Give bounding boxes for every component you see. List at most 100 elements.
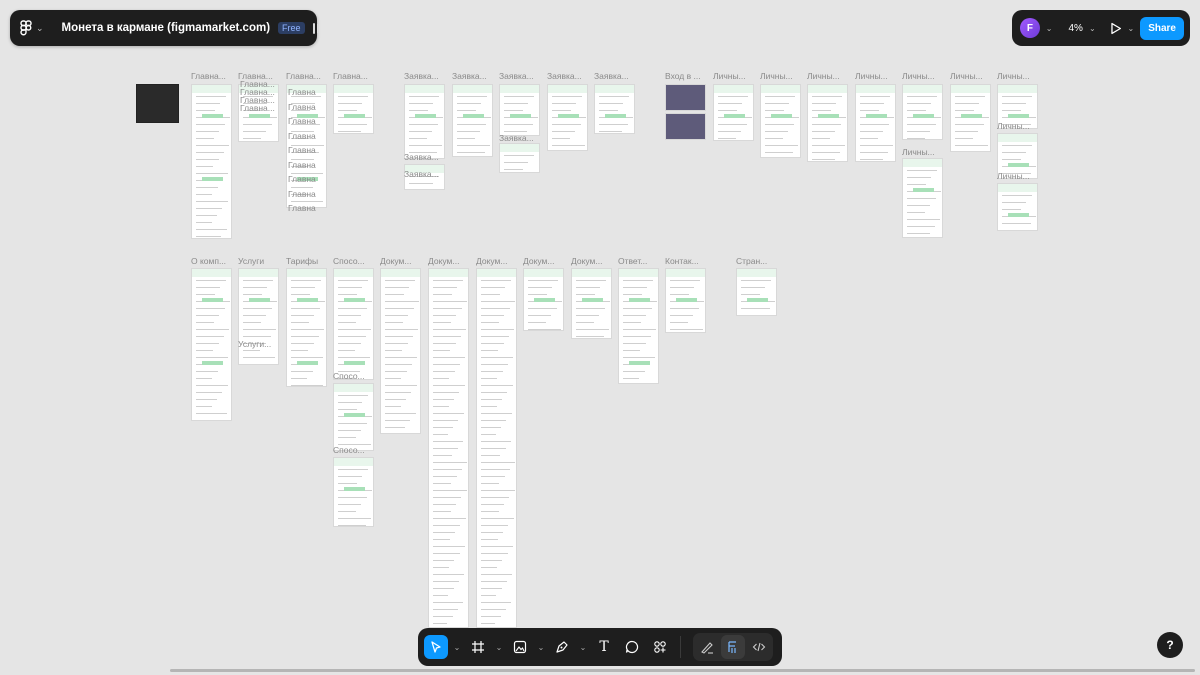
frame-thumbnail[interactable] [452, 84, 493, 157]
chevron-down-icon[interactable]: ⌄ [1089, 24, 1096, 33]
frame-label[interactable]: Докум... [380, 256, 411, 266]
frame-label[interactable]: Главна [288, 102, 316, 112]
frame-label[interactable]: Главна [288, 174, 316, 184]
chevron-down-icon[interactable]: ⌄ [536, 643, 546, 652]
frame-thumbnail[interactable] [476, 268, 517, 628]
frame-label[interactable]: Личны... [807, 71, 840, 81]
frame-label[interactable]: Главна [288, 131, 316, 141]
plan-badge[interactable]: Free [278, 22, 305, 34]
frame-thumbnail[interactable] [333, 268, 374, 380]
frame-label[interactable]: Докум... [571, 256, 602, 266]
frame-thumbnail[interactable] [950, 84, 991, 152]
frame-label[interactable]: Личны... [902, 71, 935, 81]
frame-thumbnail[interactable] [547, 84, 588, 151]
frame-thumbnail[interactable] [499, 84, 540, 136]
frame-thumbnail[interactable] [997, 183, 1038, 231]
chevron-down-icon[interactable]: ⌄ [36, 23, 44, 34]
frame-label[interactable]: Заявка... [404, 169, 439, 179]
chevron-down-icon[interactable]: ⌄ [578, 643, 588, 652]
frame-label[interactable]: Личны... [855, 71, 888, 81]
frame-label[interactable]: О комп... [191, 256, 226, 266]
frame-label[interactable]: Стран... [736, 256, 767, 266]
frame-label[interactable]: Заявка... [547, 71, 582, 81]
image-tool-icon[interactable] [508, 635, 532, 659]
frame-thumbnail[interactable] [333, 457, 374, 527]
frame-label[interactable]: Главна [288, 160, 316, 170]
frame-label[interactable]: Заявка... [499, 133, 534, 143]
frame-tool-icon[interactable] [466, 635, 490, 659]
frame-label[interactable]: Контак... [665, 256, 699, 266]
frame-label[interactable]: Докум... [476, 256, 507, 266]
comment-tool-icon[interactable] [620, 635, 644, 659]
frame-thumbnail[interactable] [665, 268, 706, 333]
chevron-down-icon[interactable]: ⌄ [1046, 24, 1053, 33]
frame-thumbnail[interactable] [404, 84, 445, 159]
frame-label[interactable]: Заявка... [499, 71, 534, 81]
frame-label[interactable]: Докум... [428, 256, 459, 266]
actions-tool-icon[interactable] [648, 635, 672, 659]
help-button[interactable]: ? [1157, 632, 1183, 658]
zoom-level[interactable]: 4% [1068, 23, 1082, 34]
frame-thumbnail[interactable] [807, 84, 848, 162]
frame-label[interactable]: Главна... [240, 103, 275, 113]
frame-label[interactable]: Главна... [191, 71, 226, 81]
frame-thumbnail[interactable] [523, 268, 564, 331]
frame-label[interactable]: Главна [288, 145, 316, 155]
frame-label[interactable]: Личны... [713, 71, 746, 81]
frame-label[interactable]: Заявка... [404, 71, 439, 81]
avatar[interactable]: F [1020, 18, 1040, 38]
frame-thumbnail[interactable] [594, 84, 635, 134]
frame-label[interactable]: Услуги... [238, 339, 271, 349]
design-mode-icon[interactable] [721, 635, 745, 659]
frame-label[interactable]: Ответ... [618, 256, 647, 266]
frame-thumbnail[interactable] [760, 84, 801, 158]
frame-label[interactable]: Главна... [286, 71, 321, 81]
frame-thumbnail[interactable] [428, 268, 469, 628]
frame-thumbnail[interactable] [191, 268, 232, 421]
frame-label[interactable]: Главна [288, 189, 316, 199]
frame-label[interactable]: Докум... [523, 256, 554, 266]
draw-mode-icon[interactable] [695, 635, 719, 659]
frame-thumbnail[interactable] [713, 84, 754, 141]
chevron-down-icon[interactable]: ⌄ [452, 643, 462, 652]
frame-thumbnail[interactable] [618, 268, 659, 384]
frame-label[interactable]: Услуги [238, 256, 264, 266]
frame-label[interactable]: Главна... [333, 71, 368, 81]
frame-label[interactable]: Личны... [997, 71, 1030, 81]
frame-label[interactable]: Тарифы [286, 256, 318, 266]
frame-thumbnail[interactable] [238, 268, 279, 365]
frame-label[interactable]: Спосо... [333, 256, 365, 266]
frame-label[interactable]: Спосо... [333, 371, 365, 381]
frame-thumbnail[interactable] [499, 143, 540, 173]
frame-label[interactable]: Спосо... [333, 445, 365, 455]
frame-thumbnail[interactable] [286, 268, 327, 387]
share-button[interactable]: Share [1140, 16, 1184, 40]
frame-thumbnail[interactable] [380, 268, 421, 434]
frame-thumbnail[interactable] [665, 113, 706, 140]
dev-mode-icon[interactable] [747, 635, 771, 659]
frame-label[interactable]: Главна [288, 87, 316, 97]
frame-thumbnail[interactable] [736, 268, 777, 316]
frame-label[interactable]: Личны... [902, 147, 935, 157]
frame-thumbnail[interactable] [571, 268, 612, 339]
figma-menu-icon[interactable] [20, 19, 32, 37]
frame-thumbnail[interactable] [333, 383, 374, 451]
frame-label[interactable]: Заявка... [404, 152, 439, 162]
frame-label[interactable]: Главна [288, 203, 316, 213]
chevron-down-icon[interactable]: ⌄ [1128, 24, 1135, 33]
frame-label[interactable]: Личны... [997, 121, 1030, 131]
move-tool-icon[interactable] [424, 635, 448, 659]
frame-label[interactable]: Вход в ... [665, 71, 701, 81]
frame-thumbnail[interactable] [333, 84, 374, 134]
horizontal-scrollbar[interactable] [170, 669, 1195, 672]
frame-thumbnail[interactable] [902, 84, 943, 140]
chevron-down-icon[interactable]: ⌄ [494, 643, 504, 652]
frame-thumbnail[interactable] [136, 84, 179, 123]
frame-thumbnail[interactable] [191, 84, 232, 239]
text-tool-icon[interactable]: T [592, 635, 616, 659]
frame-thumbnail[interactable] [665, 84, 706, 111]
frame-thumbnail[interactable] [855, 84, 896, 162]
frame-label[interactable]: Личны... [760, 71, 793, 81]
frame-thumbnail[interactable] [902, 158, 943, 238]
frame-label[interactable]: Личны... [950, 71, 983, 81]
